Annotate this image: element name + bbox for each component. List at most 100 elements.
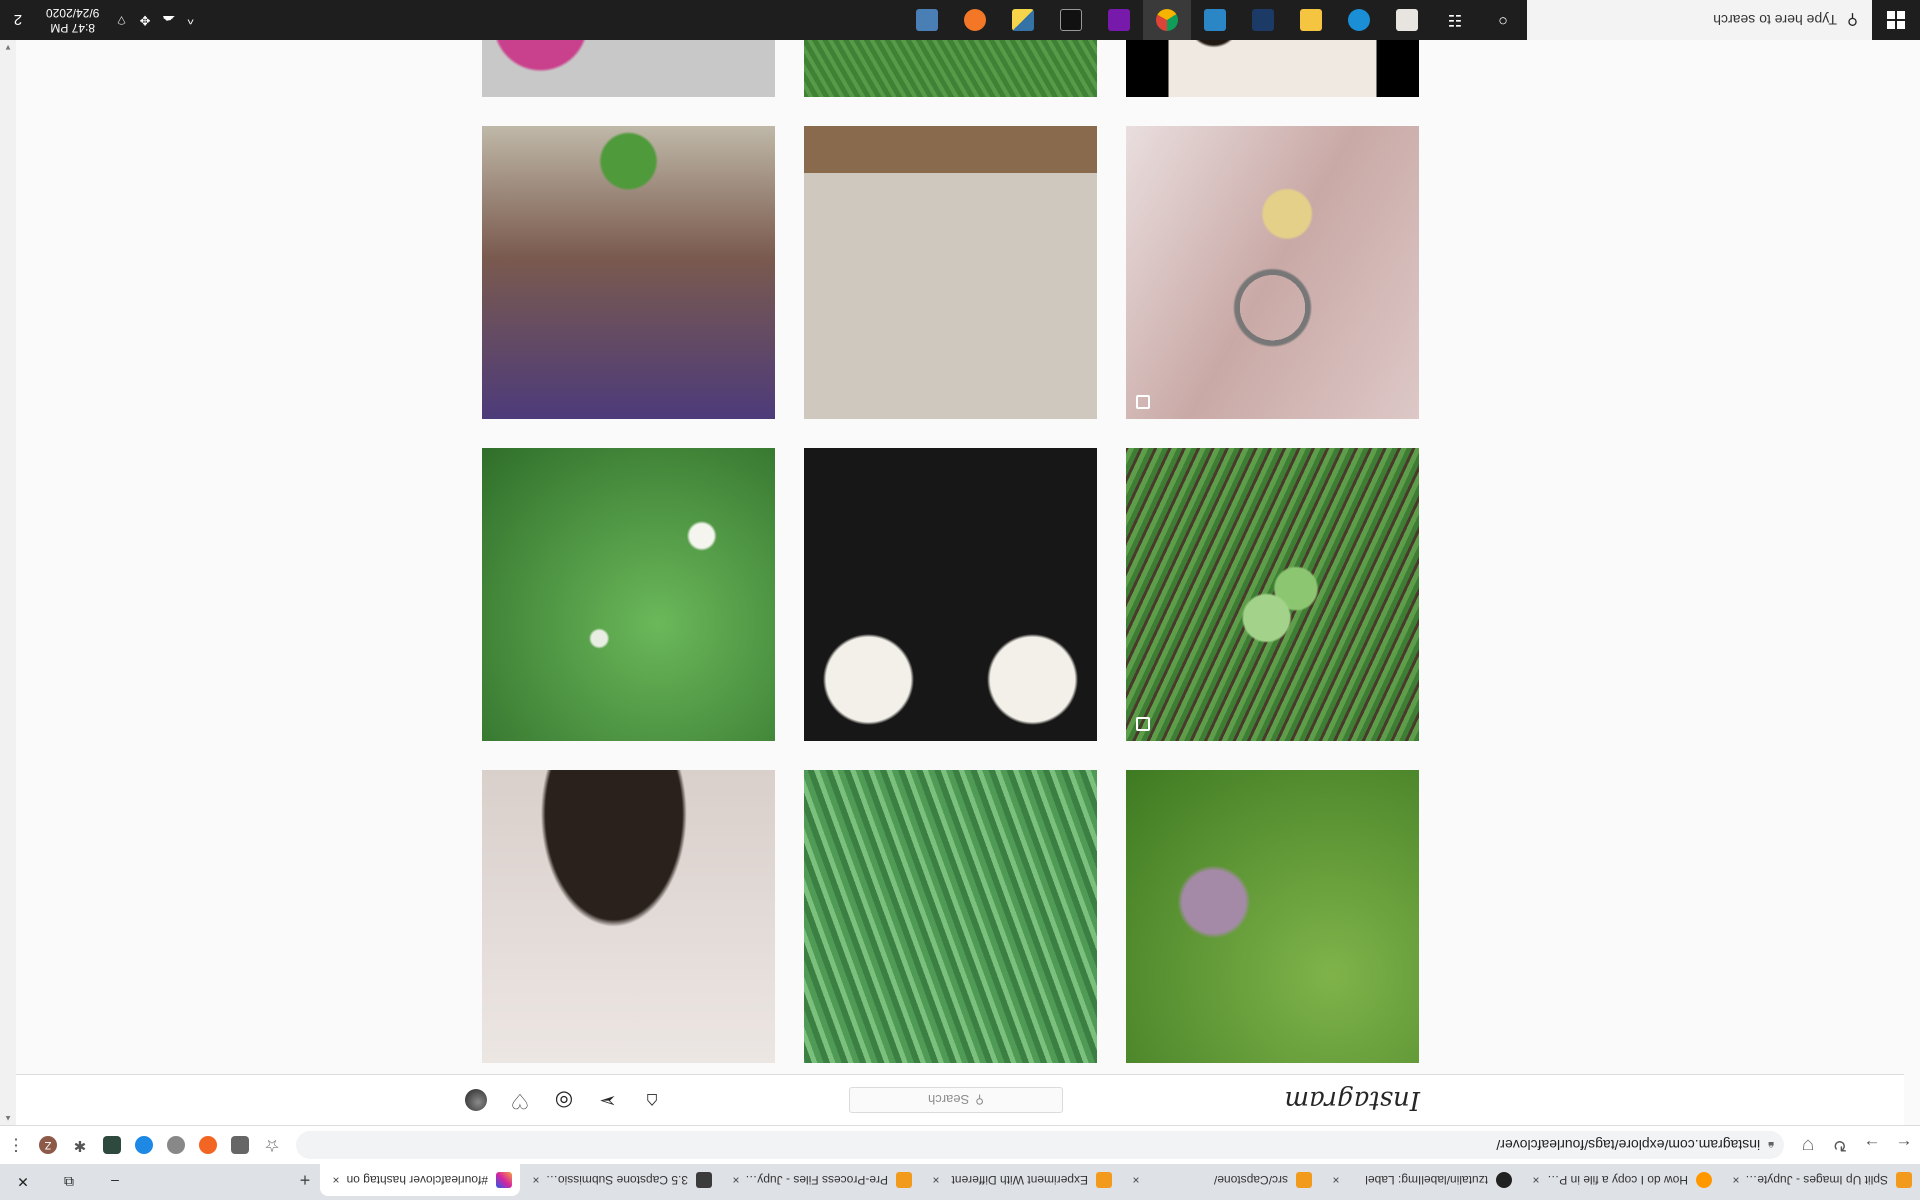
browser-toolbar: ← → ↻ ⛉ 🔒︎ instagram.com/explore/tags/fo… xyxy=(0,1125,1920,1164)
post-clover-patch-flowers[interactable] xyxy=(482,448,775,741)
extension-icon-orange[interactable] xyxy=(199,1136,217,1154)
extension-icon-blue[interactable] xyxy=(135,1136,153,1154)
tab-close-icon[interactable]: × xyxy=(1328,1173,1344,1187)
file-explorer-icon[interactable] xyxy=(1287,0,1335,40)
post-grass-clover[interactable] xyxy=(804,770,1097,1063)
forward-button[interactable]: → xyxy=(1856,1129,1888,1161)
profile-avatar[interactable] xyxy=(464,1088,488,1112)
extensions-puzzle-icon[interactable]: ✱ xyxy=(64,1129,96,1161)
post-portrait-live[interactable] xyxy=(482,770,775,1063)
close-window-button[interactable]: ✕ xyxy=(0,1164,46,1200)
tab-close-icon[interactable]: × xyxy=(1528,1173,1544,1187)
app-icon[interactable] xyxy=(903,0,951,40)
tab-title: src/Capstone/ xyxy=(1213,1173,1288,1187)
windows-logo-icon xyxy=(1887,11,1905,29)
github-favicon-icon xyxy=(1496,1172,1512,1188)
jupyter-icon[interactable] xyxy=(951,0,999,40)
tab-experiment[interactable]: Experiment With Different × xyxy=(920,1164,1120,1196)
windows-start-button[interactable] xyxy=(1872,0,1920,40)
search-input[interactable]: ⚲ Search xyxy=(849,1087,1063,1113)
page-scrollbar[interactable]: ▲ ▼ xyxy=(0,19,16,1125)
terminal-icon[interactable] xyxy=(1047,0,1095,40)
tab-how-to-copy-file[interactable]: How do I copy a file in Pyth × xyxy=(1520,1164,1720,1196)
tab-labelimg[interactable]: tzutalin/labelImg: Label × xyxy=(1320,1164,1520,1196)
scroll-down-arrow-icon[interactable]: ▼ xyxy=(0,40,16,54)
post-clover-house[interactable] xyxy=(482,126,775,419)
windows-taskbar: ⚲ Type here to search ○ ☷ ^ ☁ ✥ ⌔ 8:47 P… xyxy=(0,0,1920,40)
back-button[interactable]: ← xyxy=(1888,1129,1920,1161)
edge-browser-icon[interactable] xyxy=(1335,0,1383,40)
instagram-header: Instagram ⚲ Search ⌂ ➢ ◎ ♡ xyxy=(0,1074,1904,1125)
tab-capstone-submission[interactable]: 3.5 Capstone Submission - × xyxy=(520,1164,720,1196)
tab-title: #fourleafclover hashtag on xyxy=(346,1173,488,1187)
reload-button[interactable]: ↻ xyxy=(1824,1129,1856,1161)
notification-center-icon[interactable]: 2 xyxy=(0,12,36,29)
tray-expand-icon[interactable]: ^ xyxy=(182,13,200,28)
tab-close-icon[interactable]: × xyxy=(528,1173,544,1187)
tab-title: Experiment With Different xyxy=(951,1173,1089,1187)
taskbar-search-placeholder: Type here to search xyxy=(1713,12,1837,28)
explore-icon[interactable]: ◎ xyxy=(552,1088,576,1112)
browser-menu-icon[interactable]: ⋮ xyxy=(0,1129,32,1161)
extension-icon-dark[interactable] xyxy=(103,1136,121,1154)
taskbar-search-box[interactable]: ⚲ Type here to search xyxy=(1527,0,1872,40)
tab-pre-process[interactable]: Pre-Process Files - Jupyter × xyxy=(720,1164,920,1196)
search-icon: ⚲ xyxy=(1847,11,1858,28)
profile-avatar[interactable]: Z xyxy=(39,1136,57,1154)
instagram-logo[interactable]: Instagram xyxy=(1284,1085,1420,1115)
task-view-icon[interactable]: ☷ xyxy=(1431,0,1479,40)
jupyter-favicon-icon xyxy=(1096,1172,1112,1188)
direct-icon[interactable]: ➢ xyxy=(596,1088,620,1112)
network-icon[interactable]: ⌔ xyxy=(109,12,133,28)
tab-title: 3.5 Capstone Submission - xyxy=(544,1173,688,1187)
taskbar-clock[interactable]: 8:47 PM 9/24/2020 xyxy=(36,5,109,35)
scroll-up-arrow-icon[interactable]: ▲ xyxy=(0,1111,16,1125)
clock-date: 9/24/2020 xyxy=(46,6,100,20)
activity-heart-icon[interactable]: ♡ xyxy=(508,1088,532,1112)
bookmark-star-icon[interactable]: ☆ xyxy=(256,1129,288,1161)
jupyter-favicon-icon xyxy=(896,1172,912,1188)
home-icon[interactable]: ⌂ xyxy=(640,1088,664,1112)
search-icon: ⚲ xyxy=(975,1093,984,1107)
lock-icon: 🔒︎ xyxy=(1768,1139,1774,1152)
tab-close-icon[interactable]: × xyxy=(728,1173,744,1187)
photos-app-icon[interactable] xyxy=(1191,0,1239,40)
minimize-button[interactable]: – xyxy=(92,1164,138,1200)
onedrive-icon[interactable]: ☁ xyxy=(157,12,182,28)
browser-tab-strip: Split Up Images - Jupyter N × How do I c… xyxy=(0,1164,1920,1200)
jupyter-favicon-icon xyxy=(1296,1172,1312,1188)
python-icon[interactable] xyxy=(999,0,1047,40)
tab-close-icon[interactable]: × xyxy=(1128,1173,1144,1187)
instagram-nav: ⌂ ➢ ◎ ♡ xyxy=(464,1088,684,1112)
notification-count: 2 xyxy=(13,11,23,29)
tab-split-up-images[interactable]: Split Up Images - Jupyter N × xyxy=(1720,1164,1920,1196)
cortana-icon[interactable]: ○ xyxy=(1479,0,1527,40)
new-tab-button[interactable]: + xyxy=(290,1164,320,1196)
carousel-icon xyxy=(1136,717,1150,731)
tab-title: How do I copy a file in Pyth xyxy=(1544,1173,1688,1187)
tab-close-icon[interactable]: × xyxy=(928,1173,944,1187)
address-bar[interactable]: 🔒︎ instagram.com/explore/tags/fourleafcl… xyxy=(296,1131,1784,1159)
post-clover-earrings[interactable] xyxy=(804,448,1097,741)
tab-close-icon[interactable]: × xyxy=(1728,1173,1744,1187)
screen: Split Up Images - Jupyter N × How do I c… xyxy=(0,0,1920,1200)
shield-icon[interactable]: ⛉ xyxy=(1792,1129,1824,1161)
onenote-icon[interactable] xyxy=(1095,0,1143,40)
extension-icon-circle[interactable] xyxy=(167,1136,185,1154)
chrome-icon[interactable] xyxy=(1143,0,1191,40)
tab-title: Split Up Images - Jupyter N xyxy=(1744,1173,1888,1187)
tab-src-capstone[interactable]: src/Capstone/ × xyxy=(1120,1164,1320,1196)
tab-close-icon[interactable]: × xyxy=(328,1173,344,1187)
url-text: instagram.com/explore/tags/fourleafclove… xyxy=(1496,1137,1761,1153)
post-clover-keychain[interactable] xyxy=(1126,126,1419,419)
extension-icon-g[interactable] xyxy=(231,1136,249,1154)
photoshop-icon[interactable] xyxy=(1239,0,1287,40)
tab-title: Pre-Process Files - Jupyter xyxy=(744,1173,888,1187)
dropbox-icon[interactable]: ✥ xyxy=(134,12,157,28)
post-clover-on-grass[interactable] xyxy=(1126,448,1419,741)
restore-button[interactable]: ⧉ xyxy=(46,1164,92,1200)
office-app-icon[interactable] xyxy=(1383,0,1431,40)
post-clover-drawing[interactable] xyxy=(804,126,1097,419)
post-clover-purple-flower[interactable] xyxy=(1126,770,1419,1063)
tab-fourleafclover[interactable]: #fourleafclover hashtag on × xyxy=(320,1164,520,1196)
